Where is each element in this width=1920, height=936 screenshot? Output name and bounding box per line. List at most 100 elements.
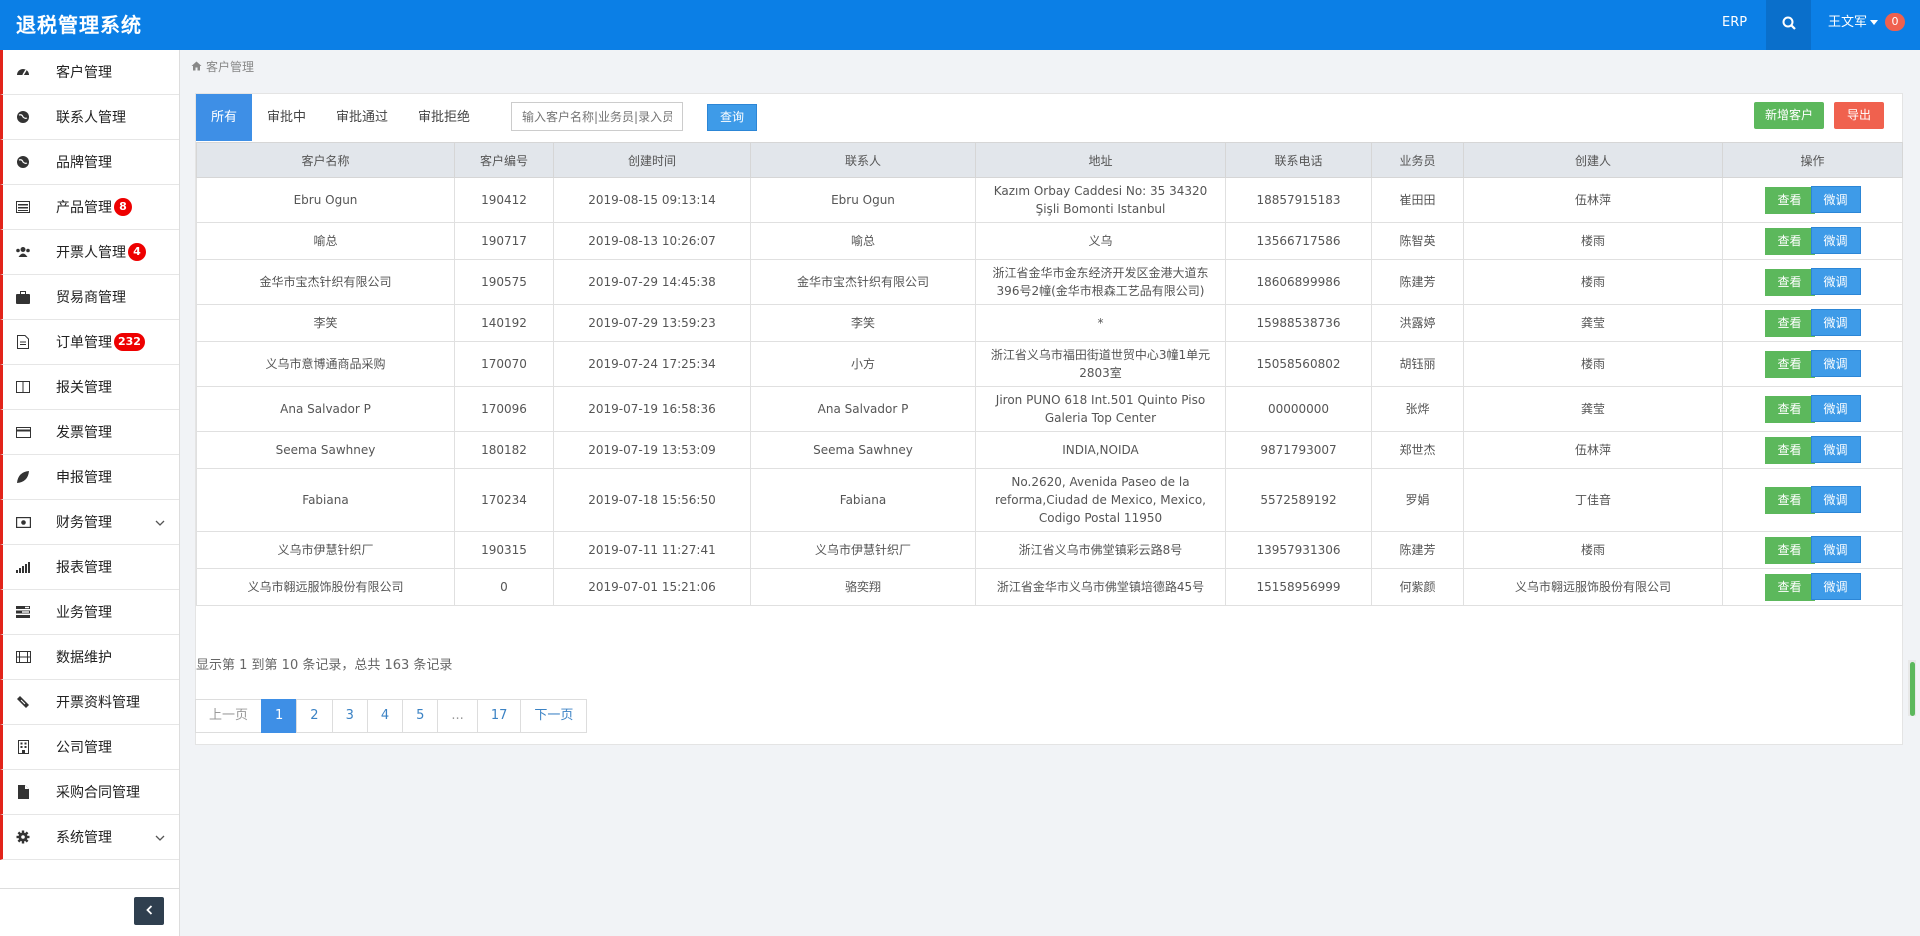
column-header[interactable]: 客户编号 <box>454 142 554 178</box>
tab-approved[interactable]: 审批通过 <box>321 94 403 141</box>
sidebar-item-customers[interactable]: 客户管理 <box>0 50 179 95</box>
document-icon <box>15 334 31 350</box>
created-time-cell: 2019-07-29 13:59:23 <box>553 304 751 342</box>
erp-link[interactable]: ERP <box>1722 0 1747 50</box>
sidebar-item-invoices[interactable]: 发票管理 <box>0 410 179 455</box>
customer-code-cell: 190315 <box>454 531 554 569</box>
tune-button[interactable]: 微调 <box>1810 536 1861 563</box>
query-button[interactable]: 查询 <box>707 104 757 131</box>
page-button[interactable]: 2 <box>296 699 333 733</box>
view-button[interactable]: 查看 <box>1764 574 1815 601</box>
column-header[interactable]: 联系电话 <box>1225 142 1372 178</box>
add-customer-button[interactable]: 新增客户 <box>1754 102 1824 129</box>
tab-rejected[interactable]: 审批拒绝 <box>403 94 485 141</box>
sidebar-item-business[interactable]: 业务管理 <box>0 590 179 635</box>
list-icon <box>15 199 31 215</box>
users-icon <box>15 244 31 260</box>
column-header[interactable]: 客户名称 <box>196 142 455 178</box>
phone-cell: 13566717586 <box>1225 222 1372 260</box>
scrollbar-thumb[interactable] <box>1910 662 1915 716</box>
search-button[interactable] <box>1766 0 1811 50</box>
sidebar-item-contacts[interactable]: 联系人管理 <box>0 95 179 140</box>
creator-cell: 楼雨 <box>1463 531 1723 569</box>
column-header[interactable]: 创建人 <box>1463 142 1723 178</box>
phone-cell: 9871793007 <box>1225 431 1372 469</box>
sidebar-item-label: 系统管理 <box>56 830 112 846</box>
tune-button[interactable]: 微调 <box>1810 395 1861 422</box>
sidebar-item-invoice-info[interactable]: 开票资料管理 <box>0 680 179 725</box>
sidebar-divider <box>0 888 179 889</box>
view-button[interactable]: 查看 <box>1764 487 1815 514</box>
page-button[interactable]: 1 <box>261 699 298 733</box>
sidebar-item-purchase-contracts[interactable]: 采购合同管理 <box>0 770 179 815</box>
view-button[interactable]: 查看 <box>1764 228 1815 255</box>
sidebar-item-reports[interactable]: 报表管理 <box>0 545 179 590</box>
next-page-button[interactable]: 下一页 <box>520 699 588 733</box>
view-button[interactable]: 查看 <box>1764 537 1815 564</box>
sidebar-item-companies[interactable]: 公司管理 <box>0 725 179 770</box>
page-ellipsis: ... <box>437 699 478 733</box>
home-icon <box>191 60 202 74</box>
page-button[interactable]: 5 <box>402 699 439 733</box>
sidebar-item-brands[interactable]: 品牌管理 <box>0 140 179 185</box>
phone-cell: 15158956999 <box>1225 568 1372 606</box>
sidebar-item-declarations[interactable]: 申报管理 <box>0 455 179 500</box>
sidebar-item-customs[interactable]: 报关管理 <box>0 365 179 410</box>
page-button[interactable]: 4 <box>366 699 404 733</box>
contact-cell: 骆奕翔 <box>750 568 976 606</box>
sidebar-item-system[interactable]: 系统管理 <box>0 815 179 860</box>
customer-name-cell: Fabiana <box>196 468 455 532</box>
credit-card-icon <box>15 424 31 440</box>
sidebar-collapse-button[interactable] <box>134 897 164 925</box>
search-input[interactable] <box>511 102 683 131</box>
column-header[interactable]: 业务员 <box>1371 142 1464 178</box>
customer-panel: 所有 审批中 审批通过 审批拒绝 查询 新增客户 导出 客户名称 客户编号 创建… <box>195 93 1903 745</box>
address-cell: No.2620, Avenida Paseo de la reforma,Ciu… <box>975 468 1226 532</box>
breadcrumb-current[interactable]: 客户管理 <box>206 58 254 75</box>
sidebar-item-orders[interactable]: 订单管理 232 <box>0 320 179 365</box>
column-header[interactable]: 创建时间 <box>553 142 751 178</box>
creator-cell: 楼雨 <box>1463 341 1723 387</box>
creator-cell: 伍林萍 <box>1463 431 1723 469</box>
prev-page-button[interactable]: 上一页 <box>195 699 263 733</box>
notification-badge[interactable]: 0 <box>1885 13 1905 31</box>
table-row: 义乌市意博通商品采购 170070 2019-07-24 17:25:34 小方 浙江省… <box>196 341 1903 387</box>
tab-all[interactable]: 所有 <box>196 94 253 141</box>
created-time-cell: 2019-07-19 13:53:09 <box>553 431 751 469</box>
sidebar-item-traders[interactable]: 贸易商管理 <box>0 275 179 320</box>
view-button[interactable]: 查看 <box>1764 437 1815 464</box>
sidebar-item-products[interactable]: 产品管理 8 <box>0 185 179 230</box>
creator-cell: 楼雨 <box>1463 259 1723 305</box>
tune-button[interactable]: 微调 <box>1810 186 1861 213</box>
page-button[interactable]: 3 <box>331 699 368 733</box>
sidebar-item-data-maintenance[interactable]: 数据维护 <box>0 635 179 680</box>
customer-name-cell: Ebru Ogun <box>196 177 455 223</box>
view-button[interactable]: 查看 <box>1764 269 1815 296</box>
customer-code-cell: 140192 <box>454 304 554 342</box>
tune-button[interactable]: 微调 <box>1810 573 1861 600</box>
view-button[interactable]: 查看 <box>1764 310 1815 337</box>
view-button[interactable]: 查看 <box>1764 187 1815 214</box>
actions-cell: 查看 微调 <box>1722 222 1903 260</box>
customer-name-cell: 义乌市翱远服饰股份有限公司 <box>196 568 455 606</box>
export-button[interactable]: 导出 <box>1834 102 1884 129</box>
tab-pending[interactable]: 审批中 <box>252 94 321 141</box>
column-header[interactable]: 联系人 <box>750 142 976 178</box>
column-header[interactable]: 地址 <box>975 142 1226 178</box>
view-button[interactable]: 查看 <box>1764 351 1815 378</box>
tune-button[interactable]: 微调 <box>1810 268 1861 295</box>
sidebar-item-label: 发票管理 <box>56 425 112 441</box>
user-menu[interactable]: 王文军 <box>1828 0 1879 50</box>
tune-button[interactable]: 微调 <box>1810 436 1861 463</box>
sidebar-item-finance[interactable]: 财务管理 <box>0 500 179 545</box>
sidebar-item-label: 数据维护 <box>56 650 112 666</box>
column-header: 操作 <box>1722 142 1903 178</box>
tune-button[interactable]: 微调 <box>1810 309 1861 336</box>
tune-button[interactable]: 微调 <box>1810 350 1861 377</box>
tune-button[interactable]: 微调 <box>1810 486 1861 513</box>
page-button[interactable]: 17 <box>476 699 522 733</box>
sidebar-item-invoicers[interactable]: 开票人管理 4 <box>0 230 179 275</box>
tune-button[interactable]: 微调 <box>1810 227 1861 254</box>
view-button[interactable]: 查看 <box>1764 396 1815 423</box>
creator-cell: 伍林萍 <box>1463 177 1723 223</box>
